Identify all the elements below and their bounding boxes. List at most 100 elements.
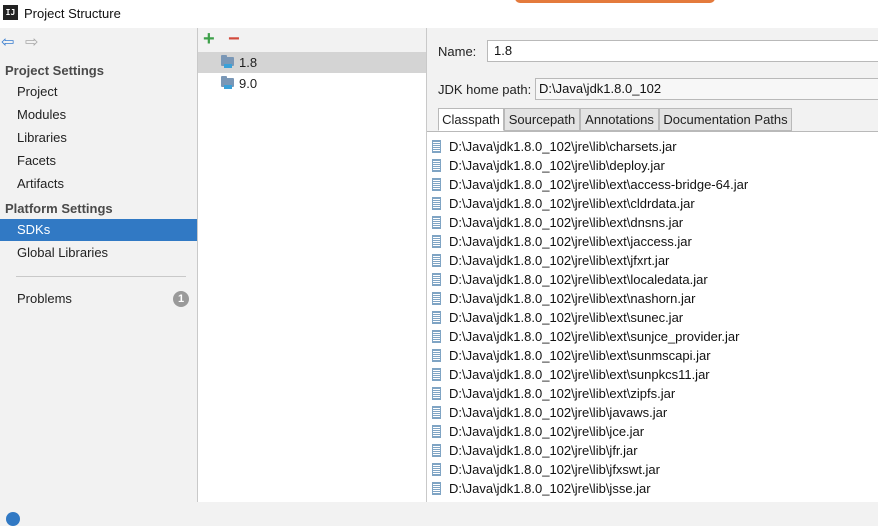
sdk-folder-icon bbox=[221, 55, 234, 68]
classpath-row[interactable]: D:\Java\jdk1.8.0_102\jre\lib\javaws.jar bbox=[427, 403, 878, 422]
platform-settings-header: Platform Settings bbox=[5, 201, 113, 216]
classpath-row[interactable]: D:\Java\jdk1.8.0_102\jre\lib\ext\sunmsca… bbox=[427, 346, 878, 365]
sidebar-item-label: Project bbox=[17, 84, 58, 99]
classpath-list[interactable]: D:\Java\jdk1.8.0_102\jre\lib\charsets.ja… bbox=[427, 131, 878, 503]
title-bar: IJ Project Structure bbox=[0, 0, 878, 28]
intellij-app-icon: IJ bbox=[3, 5, 18, 20]
classpath-path: D:\Java\jdk1.8.0_102\jre\lib\ext\cldrdat… bbox=[449, 196, 695, 211]
sidebar-item-label: Global Libraries bbox=[17, 245, 109, 260]
classpath-path: D:\Java\jdk1.8.0_102\jre\lib\jce.jar bbox=[449, 424, 645, 439]
classpath-row[interactable]: D:\Java\jdk1.8.0_102\jre\lib\ext\localed… bbox=[427, 270, 878, 289]
tab-documentation-paths[interactable]: Documentation Paths bbox=[659, 108, 792, 131]
sdk-item-label: 1.8 bbox=[239, 55, 258, 70]
classpath-path: D:\Java\jdk1.8.0_102\jre\lib\ext\dnsns.j… bbox=[449, 215, 684, 230]
sidebar-item-label: Facets bbox=[17, 153, 57, 168]
classpath-path: D:\Java\jdk1.8.0_102\jre\lib\ext\localed… bbox=[449, 272, 708, 287]
add-sdk-button[interactable]: + bbox=[203, 28, 215, 51]
sdk-folder-icon bbox=[221, 76, 234, 89]
classpath-row[interactable]: D:\Java\jdk1.8.0_102\jre\lib\ext\jfxrt.j… bbox=[427, 251, 878, 270]
classpath-row[interactable]: D:\Java\jdk1.8.0_102\jre\lib\ext\dnsns.j… bbox=[427, 213, 878, 232]
sidebar-item-label: Problems bbox=[17, 291, 72, 306]
jar-file-icon bbox=[432, 197, 441, 210]
sdk-item-9-0[interactable]: 9.0 bbox=[198, 73, 426, 94]
sidebar-item-sdks[interactable]: SDKs bbox=[0, 219, 197, 241]
classpath-row[interactable]: D:\Java\jdk1.8.0_102\jre\lib\ext\cldrdat… bbox=[427, 194, 878, 213]
remove-sdk-button[interactable]: − bbox=[228, 28, 240, 51]
tab-annotations[interactable]: Annotations bbox=[580, 108, 659, 131]
jdk-home-label: JDK home path: bbox=[438, 82, 532, 97]
classpath-path: D:\Java\jdk1.8.0_102\jre\lib\ext\sunpkcs… bbox=[449, 367, 710, 382]
sidebar-item-modules[interactable]: Modules bbox=[0, 104, 197, 126]
settings-sidebar: ⇦ ⇨ Project Settings Project Modules Lib… bbox=[0, 28, 198, 502]
jar-file-icon bbox=[432, 140, 441, 153]
classpath-row[interactable]: D:\Java\jdk1.8.0_102\jre\lib\charsets.ja… bbox=[427, 137, 878, 156]
classpath-path: D:\Java\jdk1.8.0_102\jre\lib\ext\zipfs.j… bbox=[449, 386, 676, 401]
classpath-path: D:\Java\jdk1.8.0_102\jre\lib\jfr.jar bbox=[449, 443, 638, 458]
tab-sourcepath[interactable]: Sourcepath bbox=[504, 108, 580, 131]
jar-file-icon bbox=[432, 273, 441, 286]
sidebar-item-project[interactable]: Project bbox=[0, 81, 197, 103]
sidebar-item-artifacts[interactable]: Artifacts bbox=[0, 173, 197, 195]
sdk-item-1-8[interactable]: 1.8 bbox=[198, 52, 426, 73]
classpath-path: D:\Java\jdk1.8.0_102\jre\lib\ext\jaccess… bbox=[449, 234, 692, 249]
classpath-row[interactable]: D:\Java\jdk1.8.0_102\jre\lib\ext\jaccess… bbox=[427, 232, 878, 251]
classpath-row[interactable]: D:\Java\jdk1.8.0_102\jre\lib\ext\zipfs.j… bbox=[427, 384, 878, 403]
jar-file-icon bbox=[432, 254, 441, 267]
classpath-path: D:\Java\jdk1.8.0_102\jre\lib\ext\sunec.j… bbox=[449, 310, 684, 325]
classpath-row[interactable]: D:\Java\jdk1.8.0_102\jre\lib\jsse.jar bbox=[427, 479, 878, 498]
sdk-name-field[interactable]: 1.8 bbox=[487, 40, 878, 62]
sidebar-item-facets[interactable]: Facets bbox=[0, 150, 197, 172]
jar-file-icon bbox=[432, 159, 441, 172]
classpath-path: D:\Java\jdk1.8.0_102\jre\lib\deploy.jar bbox=[449, 158, 665, 173]
classpath-row[interactable]: D:\Java\jdk1.8.0_102\jre\lib\jfxswt.jar bbox=[427, 460, 878, 479]
sidebar-item-label: Libraries bbox=[17, 130, 67, 145]
jar-file-icon bbox=[432, 406, 441, 419]
sdk-item-label: 9.0 bbox=[239, 76, 258, 91]
sidebar-separator bbox=[16, 276, 186, 277]
jar-file-icon bbox=[432, 330, 441, 343]
classpath-path: D:\Java\jdk1.8.0_102\jre\lib\ext\sunmsca… bbox=[449, 348, 711, 363]
sidebar-item-global-libraries[interactable]: Global Libraries bbox=[0, 242, 197, 264]
jar-file-icon bbox=[432, 387, 441, 400]
classpath-path: D:\Java\jdk1.8.0_102\jre\lib\jfxswt.jar bbox=[449, 462, 660, 477]
classpath-path: D:\Java\jdk1.8.0_102\jre\lib\ext\jfxrt.j… bbox=[449, 253, 670, 268]
jdk-home-path-field[interactable]: D:\Java\jdk1.8.0_102 bbox=[535, 78, 878, 100]
problems-count-badge: 1 bbox=[173, 291, 189, 307]
name-label: Name: bbox=[438, 44, 477, 59]
history-nav: ⇦ ⇨ bbox=[0, 30, 197, 52]
sidebar-item-problems[interactable]: Problems 1 bbox=[0, 288, 197, 310]
window-title: Project Structure bbox=[24, 6, 121, 21]
arrow-right-icon[interactable]: ⇨ bbox=[25, 32, 38, 52]
classpath-row[interactable]: D:\Java\jdk1.8.0_102\jre\lib\jfr.jar bbox=[427, 441, 878, 460]
jar-file-icon bbox=[432, 463, 441, 476]
jar-file-icon bbox=[432, 368, 441, 381]
jar-file-icon bbox=[432, 235, 441, 248]
classpath-path: D:\Java\jdk1.8.0_102\jre\lib\ext\access-… bbox=[449, 177, 749, 192]
classpath-row[interactable]: D:\Java\jdk1.8.0_102\jre\lib\deploy.jar bbox=[427, 156, 878, 175]
classpath-path: D:\Java\jdk1.8.0_102\jre\lib\ext\nashorn… bbox=[449, 291, 696, 306]
jar-file-icon bbox=[432, 444, 441, 457]
classpath-row[interactable]: D:\Java\jdk1.8.0_102\jre\lib\ext\nashorn… bbox=[427, 289, 878, 308]
sidebar-item-label: Artifacts bbox=[17, 176, 64, 191]
classpath-row[interactable]: D:\Java\jdk1.8.0_102\jre\lib\jce.jar bbox=[427, 422, 878, 441]
jar-file-icon bbox=[432, 216, 441, 229]
jar-file-icon bbox=[432, 292, 441, 305]
bottom-bar bbox=[0, 502, 878, 526]
jar-file-icon bbox=[432, 349, 441, 362]
classpath-path: D:\Java\jdk1.8.0_102\jre\lib\javaws.jar bbox=[449, 405, 668, 420]
jar-file-icon bbox=[432, 311, 441, 324]
sidebar-item-libraries[interactable]: Libraries bbox=[0, 127, 197, 149]
tab-classpath[interactable]: Classpath bbox=[438, 108, 504, 131]
classpath-row[interactable]: D:\Java\jdk1.8.0_102\jre\lib\ext\access-… bbox=[427, 175, 878, 194]
classpath-row[interactable]: D:\Java\jdk1.8.0_102\jre\lib\ext\sunpkcs… bbox=[427, 365, 878, 384]
classpath-row[interactable]: D:\Java\jdk1.8.0_102\jre\lib\ext\sunjce_… bbox=[427, 327, 878, 346]
jar-file-icon bbox=[432, 482, 441, 495]
title-decoration bbox=[515, 0, 715, 3]
project-settings-header: Project Settings bbox=[5, 63, 104, 78]
sdk-toolbar: + − bbox=[198, 28, 426, 52]
sdk-details-panel: Name: 1.8 JDK home path: D:\Java\jdk1.8.… bbox=[427, 28, 878, 503]
help-icon[interactable] bbox=[6, 512, 20, 526]
arrow-left-icon[interactable]: ⇦ bbox=[1, 32, 14, 52]
sdk-list-panel: + − 1.8 9.0 bbox=[198, 28, 427, 502]
classpath-row[interactable]: D:\Java\jdk1.8.0_102\jre\lib\ext\sunec.j… bbox=[427, 308, 878, 327]
